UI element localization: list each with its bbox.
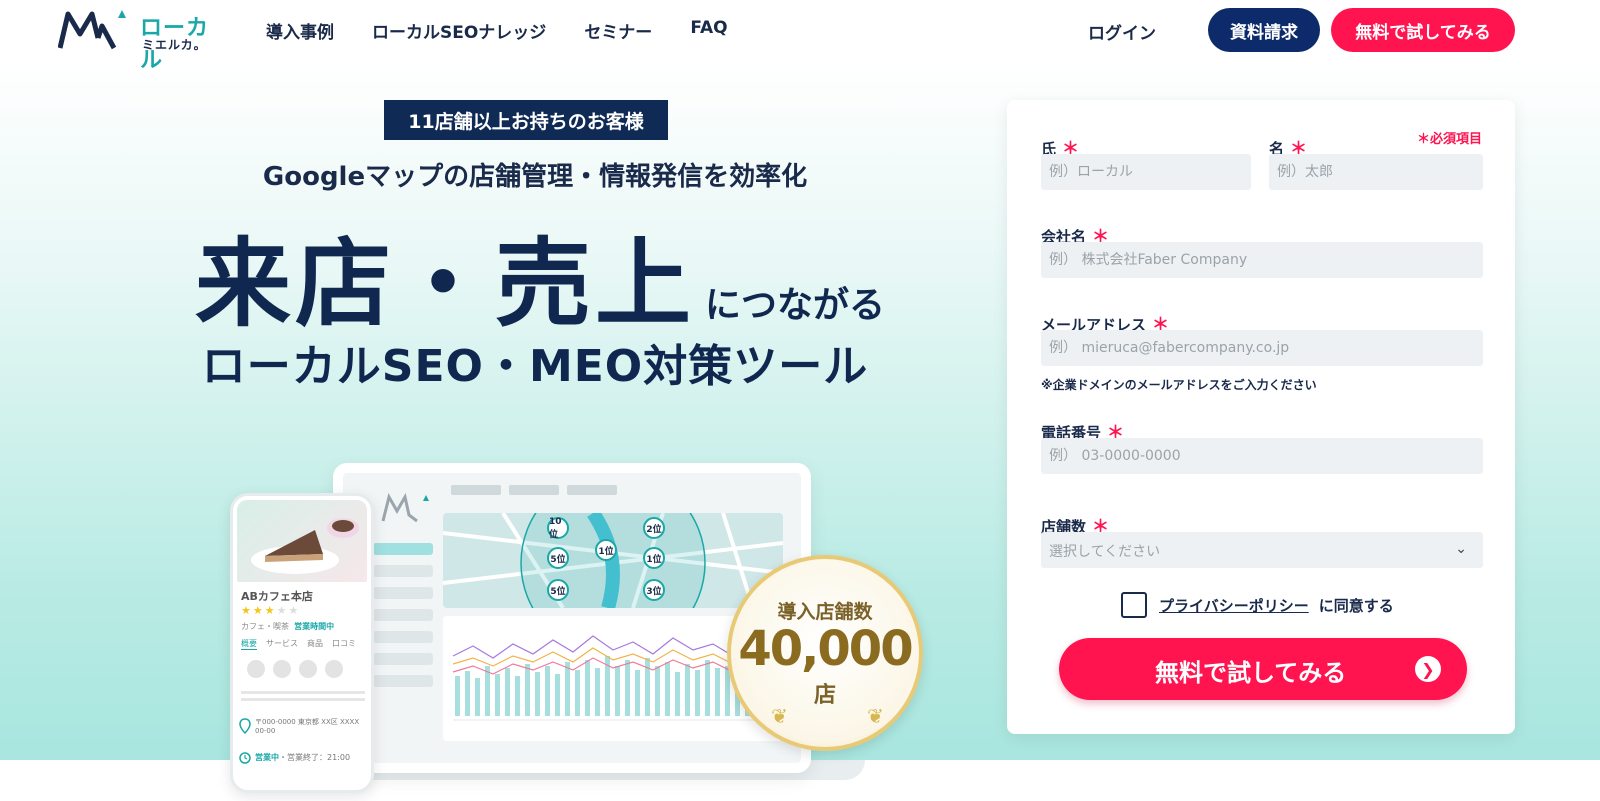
shop-open-status: 営業時間中 <box>294 622 335 631</box>
nav-seminar[interactable]: セミナー <box>584 18 652 43</box>
headline-main: 来店・売上 <box>194 228 695 340</box>
shop-tab-products: 商品 <box>307 639 323 648</box>
request-docs-button[interactable]: 資料請求 <box>1208 8 1320 52</box>
map-pin: 5位 <box>547 579 569 601</box>
map-pin: 5位 <box>547 547 569 569</box>
ranking-map: 10位 2位 5位 1位 1位 5位 3位 <box>443 513 783 608</box>
shop-action-icons <box>247 660 343 678</box>
shop-tab-reviews: 口コミ <box>332 639 356 648</box>
badge-number: 40,000 <box>738 621 913 677</box>
clock-icon <box>239 752 251 764</box>
map-pin: 2位 <box>643 517 665 539</box>
submit-label: 無料で試してみる <box>1155 659 1347 687</box>
nav-case-studies[interactable]: 導入事例 <box>266 18 334 43</box>
location-pin-icon <box>239 718 251 734</box>
laurel-right-icon: ❦ <box>867 704 884 728</box>
badge-unit: 店 <box>813 683 836 708</box>
free-trial-header-button[interactable]: 無料で試してみる <box>1331 8 1515 52</box>
privacy-consent-checkbox[interactable] <box>1121 592 1147 618</box>
store-count-select[interactable]: 選択してください ⌄ <box>1041 532 1483 568</box>
agree-text: に同意する <box>1318 596 1394 615</box>
logo-mark-icon <box>381 493 429 523</box>
phone-input[interactable] <box>1041 438 1483 474</box>
nav-local-seo-knowledge[interactable]: ローカルSEOナレッジ <box>372 18 546 43</box>
free-trial-submit-button[interactable]: 無料で試してみる ❯ <box>1059 638 1467 700</box>
shop-category-label: カフェ・喫茶 <box>241 622 289 631</box>
shop-tab-services: サービス <box>266 639 298 648</box>
hero-tagline: ローカルSEO・MEO対策ツール <box>201 341 869 392</box>
shop-name: ABカフェ本店 <box>241 590 313 603</box>
last-name-input[interactable] <box>1041 154 1251 190</box>
shop-photo <box>237 500 367 582</box>
nav-faq[interactable]: FAQ <box>690 18 727 43</box>
map-streets-icon <box>443 513 783 608</box>
shop-tabs: 概要 サービス 商品 口コミ <box>241 638 356 650</box>
required-fields-note: ＊必須項目 <box>1417 132 1483 147</box>
login-link[interactable]: ログイン <box>1088 19 1156 44</box>
cake-icon <box>251 518 359 574</box>
email-domain-note: ※企業ドメインのメールアドレスをご入力ください <box>1041 378 1317 392</box>
target-customer-tag: 11店舗以上お持ちのお客様 <box>384 100 668 140</box>
email-input[interactable] <box>1041 330 1483 366</box>
shop-hours-open: 営業中 <box>255 753 279 762</box>
privacy-policy-link[interactable]: プライバシーポリシー <box>1159 595 1309 616</box>
laurel-left-icon: ❦ <box>771 704 788 728</box>
map-pin: 3位 <box>643 579 665 601</box>
logo-wordmark-bottom: ミエルカ。 <box>142 38 207 52</box>
site-header: ローカル ミエルカ。 導入事例 ローカルSEOナレッジ セミナー FAQ ログイ… <box>0 0 1600 73</box>
company-input[interactable] <box>1041 242 1483 278</box>
hero-headline: 来店・売上 につながる <box>180 206 900 345</box>
arrow-right-icon: ❯ <box>1415 656 1441 682</box>
site-logo[interactable]: ローカル ミエルカ。 <box>58 8 228 73</box>
logo-mark-icon <box>58 10 126 50</box>
shop-category: カフェ・喫茶 営業時間中 <box>241 621 334 632</box>
main-nav: 導入事例 ローカルSEOナレッジ セミナー FAQ <box>266 18 728 43</box>
dashboard-tabs <box>451 485 617 495</box>
store-count-badge: 導入店舗数 40,000 店 ❦ ❦ <box>727 555 923 751</box>
store-count-value: 選択してください <box>1049 544 1161 560</box>
star-rating-icon: ★★★★★ <box>241 604 301 617</box>
shop-address: 〒000-0000 東京都 XX区 XXXX 00-00 <box>255 718 360 736</box>
shop-info-lines <box>241 691 365 705</box>
chevron-down-icon: ⌄ <box>1455 541 1467 557</box>
shop-hours-close: ・営業終了：21:00 <box>279 753 351 762</box>
privacy-consent: プライバシーポリシー に同意する <box>1121 592 1394 618</box>
dashboard-sidebar <box>373 543 433 743</box>
shop-tab-overview: 概要 <box>241 639 257 650</box>
hero-subtitle: Googleマップの店舗管理・情報発信を効率化 <box>262 162 808 192</box>
first-name-input[interactable] <box>1269 154 1483 190</box>
shop-hours: 営業中・営業終了：21:00 <box>255 752 350 763</box>
badge-label: 導入店舗数 <box>777 601 873 623</box>
map-pin: 10位 <box>547 517 569 540</box>
map-pin: 1位 <box>643 547 665 569</box>
map-pin: 1位 <box>595 539 617 561</box>
headline-suffix: につながる <box>704 285 885 326</box>
trial-signup-form: ＊必須項目 氏＊ 名＊ 会社名＊ メールアドレス＊ ※企業ドメインのメールアドレ… <box>1007 100 1515 734</box>
smartphone-mockup: ABカフェ本店 ★★★★★ カフェ・喫茶 営業時間中 概要 サービス 商品 口コ… <box>230 493 374 793</box>
